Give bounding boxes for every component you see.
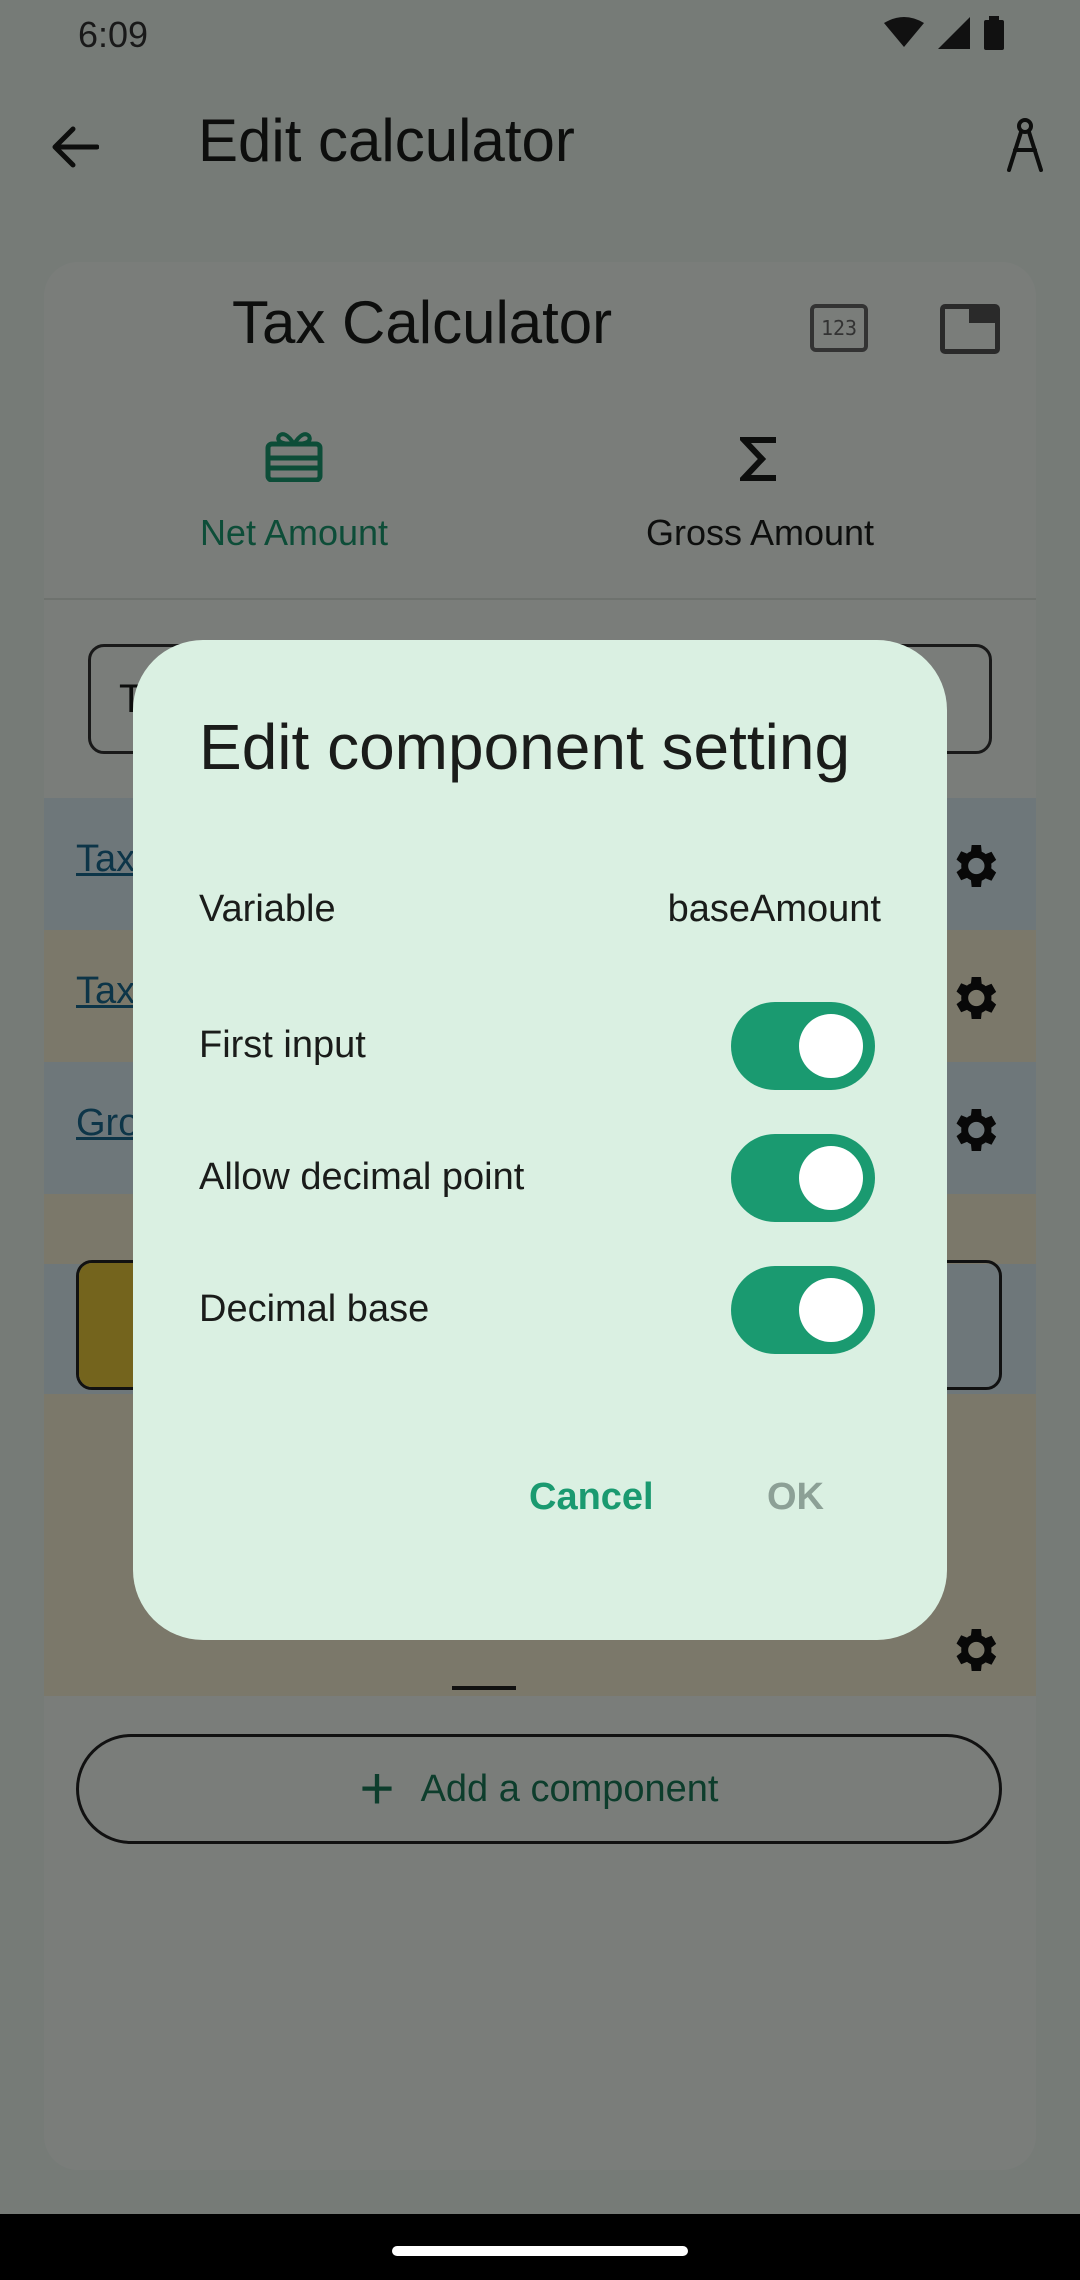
decimal-base-row: Decimal base: [199, 1266, 881, 1354]
variable-value: baseAmount: [667, 888, 881, 930]
home-handle[interactable]: [392, 2246, 688, 2256]
allow-decimal-point-switch[interactable]: [731, 1134, 875, 1222]
cancel-button[interactable]: Cancel: [529, 1476, 654, 1519]
first-input-switch[interactable]: [731, 1002, 875, 1090]
navigation-bar: [0, 2214, 1080, 2280]
allow-decimal-point-label: Allow decimal point: [199, 1156, 525, 1198]
allow-decimal-point-row: Allow decimal point: [199, 1134, 881, 1222]
switch-thumb: [799, 1278, 863, 1342]
first-input-row: First input: [199, 1002, 881, 1090]
decimal-base-label: Decimal base: [199, 1288, 430, 1330]
ok-button[interactable]: OK: [767, 1476, 824, 1519]
first-input-label: First input: [199, 1024, 366, 1066]
dialog-title: Edit component setting: [199, 711, 851, 783]
decimal-base-switch[interactable]: [731, 1266, 875, 1354]
switch-thumb: [799, 1146, 863, 1210]
switch-thumb: [799, 1014, 863, 1078]
edit-component-dialog: Edit component setting Variable baseAmou…: [133, 640, 947, 1640]
variable-row: Variable baseAmount: [199, 866, 881, 954]
variable-label: Variable: [199, 888, 336, 930]
